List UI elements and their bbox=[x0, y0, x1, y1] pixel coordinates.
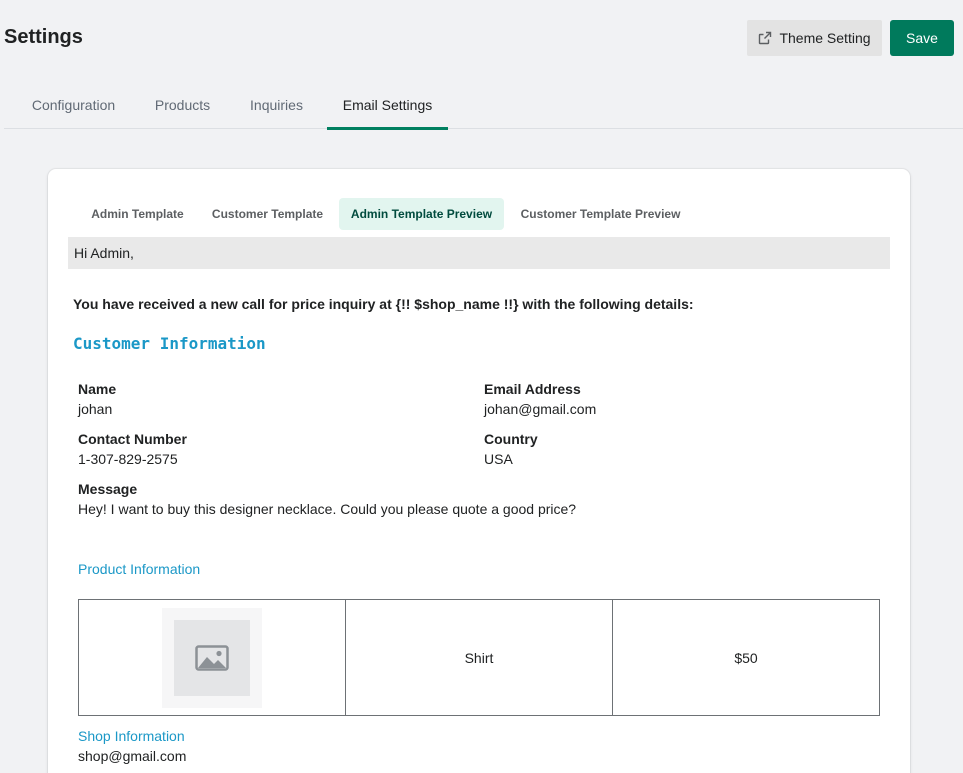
page-title: Settings bbox=[4, 26, 83, 48]
email-greeting: Hi Admin, bbox=[68, 237, 890, 269]
subtab-admin-template[interactable]: Admin Template bbox=[79, 198, 196, 230]
name-label: Name bbox=[78, 381, 117, 397]
tab-email-settings[interactable]: Email Settings bbox=[327, 80, 448, 130]
shop-email-value: shop@gmail.com bbox=[78, 748, 187, 764]
settings-tabs: Configuration Products Inquiries Email S… bbox=[4, 80, 963, 130]
email-intro: You have received a new call for price i… bbox=[73, 296, 694, 312]
subtab-customer-template[interactable]: Customer Template bbox=[200, 198, 335, 230]
message-label: Message bbox=[78, 481, 138, 497]
tab-configuration[interactable]: Configuration bbox=[4, 80, 143, 129]
product-thumbnail bbox=[162, 607, 262, 708]
product-image-cell bbox=[79, 600, 345, 715]
save-button[interactable]: Save bbox=[890, 20, 954, 56]
shop-info-heading: Shop Information bbox=[78, 728, 185, 744]
theme-setting-button[interactable]: Theme Setting bbox=[747, 20, 882, 56]
name-value: johan bbox=[78, 401, 113, 417]
product-name-cell: Shirt bbox=[345, 600, 612, 715]
contact-label: Contact Number bbox=[78, 431, 187, 447]
country-value: USA bbox=[484, 451, 513, 467]
image-placeholder-icon bbox=[195, 644, 229, 671]
theme-setting-label: Theme Setting bbox=[779, 30, 871, 46]
tab-products[interactable]: Products bbox=[143, 80, 222, 129]
product-table: Shirt $50 bbox=[78, 599, 880, 716]
subtab-customer-template-preview[interactable]: Customer Template Preview bbox=[508, 198, 693, 230]
country-label: Country bbox=[484, 431, 538, 447]
external-link-icon bbox=[759, 31, 772, 45]
product-price-cell: $50 bbox=[612, 600, 879, 715]
message-value: Hey! I want to buy this designer necklac… bbox=[78, 501, 577, 517]
product-info-heading: Product Information bbox=[78, 561, 201, 577]
customer-info-heading: Customer Information bbox=[73, 334, 266, 353]
subtab-admin-template-preview[interactable]: Admin Template Preview bbox=[339, 198, 504, 230]
email-value: johan@gmail.com bbox=[484, 401, 597, 417]
contact-value: 1-307-829-2575 bbox=[78, 451, 178, 467]
tab-inquiries[interactable]: Inquiries bbox=[230, 80, 323, 129]
email-preview-card: Admin Template Customer Template Admin T… bbox=[48, 169, 910, 773]
email-label: Email Address bbox=[484, 381, 581, 397]
